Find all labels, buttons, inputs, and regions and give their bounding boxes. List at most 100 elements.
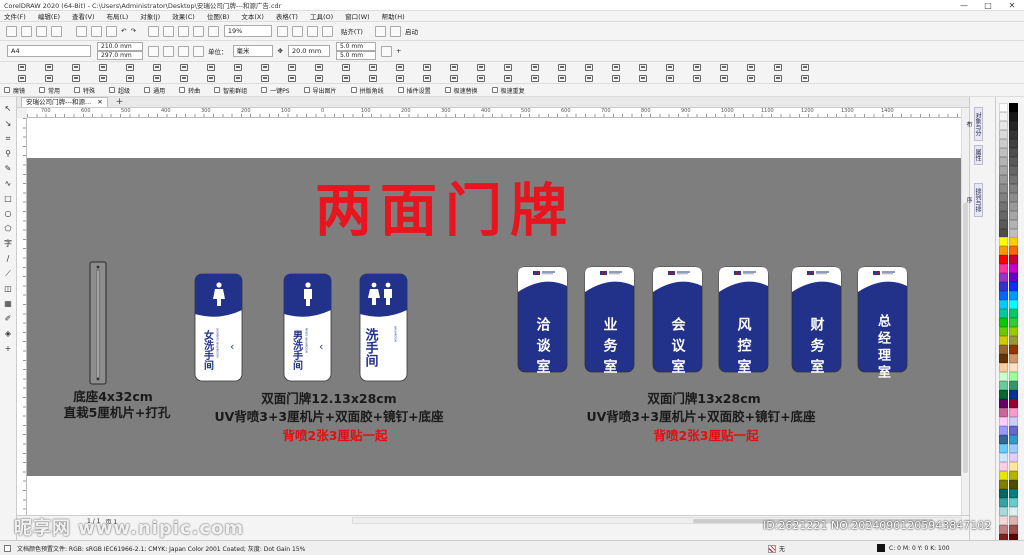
color-swatch[interactable] bbox=[999, 399, 1008, 408]
menu-item[interactable]: 窗口(W) bbox=[345, 11, 370, 21]
plugin-shortcut-icon[interactable] bbox=[450, 74, 458, 82]
document-tab[interactable]: 安瑞公司门牌---和源... ✕ bbox=[21, 97, 108, 107]
plugin-shortcut-icon[interactable] bbox=[477, 64, 485, 71]
plugin-shortcut-icon[interactable] bbox=[774, 74, 782, 82]
color-swatch[interactable] bbox=[999, 103, 1008, 112]
full-screen-icon[interactable] bbox=[276, 25, 288, 37]
menu-item[interactable]: 文本(X) bbox=[241, 11, 264, 21]
text-tool-icon[interactable]: 字 bbox=[3, 239, 13, 249]
color-swatch[interactable] bbox=[1009, 157, 1018, 166]
color-swatch[interactable] bbox=[999, 408, 1008, 417]
plugin-button[interactable]: 特殊 bbox=[74, 86, 95, 95]
color-swatch[interactable] bbox=[999, 202, 1008, 211]
shape-tool-icon[interactable]: ↘ bbox=[3, 119, 13, 129]
pick-tool-icon[interactable]: ↖ bbox=[3, 104, 13, 114]
outline-indicator[interactable]: C: 0 M: 0 Y: 0 K: 100 bbox=[877, 544, 950, 552]
plugin-shortcut-icon[interactable] bbox=[720, 64, 728, 71]
color-swatch[interactable] bbox=[999, 327, 1008, 336]
color-swatch[interactable] bbox=[999, 273, 1008, 282]
color-swatch[interactable] bbox=[1009, 273, 1018, 282]
color-swatch[interactable] bbox=[999, 417, 1008, 426]
color-swatch[interactable] bbox=[1009, 318, 1018, 327]
polygon-tool-icon[interactable]: ⬠ bbox=[3, 224, 13, 234]
docker-tab[interactable]: 对象与分布 bbox=[965, 107, 983, 141]
portrait-icon[interactable] bbox=[148, 45, 159, 57]
undo-icon[interactable]: ↶ bbox=[121, 27, 126, 35]
plugin-shortcut-icon[interactable] bbox=[45, 74, 53, 82]
color-swatch[interactable] bbox=[1009, 426, 1018, 435]
color-swatch[interactable] bbox=[999, 435, 1008, 444]
color-swatch[interactable] bbox=[999, 246, 1008, 255]
plugin-shortcut-icon[interactable] bbox=[234, 74, 242, 82]
plugin-shortcut-icon[interactable] bbox=[288, 64, 296, 71]
paste-icon[interactable] bbox=[106, 25, 117, 37]
import-icon[interactable] bbox=[147, 25, 159, 37]
color-swatch[interactable] bbox=[1009, 184, 1018, 193]
parallel-dimension-icon[interactable]: ∕ bbox=[3, 254, 13, 264]
plugin-shortcut-icon[interactable] bbox=[504, 74, 512, 82]
plugin-shortcut-icon[interactable] bbox=[558, 64, 566, 71]
color-swatch[interactable] bbox=[1009, 193, 1018, 202]
color-swatch[interactable] bbox=[1009, 121, 1018, 130]
color-swatch[interactable] bbox=[1009, 444, 1018, 453]
fill-indicator[interactable]: 无 bbox=[765, 544, 785, 553]
plugin-shortcut-icon[interactable] bbox=[585, 64, 593, 71]
show-rulers-icon[interactable] bbox=[291, 25, 303, 37]
plugin-shortcut-icon[interactable] bbox=[774, 64, 782, 71]
plugin-shortcut-icon[interactable] bbox=[504, 64, 512, 71]
horizontal-ruler[interactable]: 700 600 500 400 300 200 100 0 100 200 300 400 500 600… bbox=[27, 108, 961, 118]
new-tab-icon[interactable]: + bbox=[116, 97, 124, 107]
plugin-shortcut-icon[interactable] bbox=[693, 64, 701, 71]
page-width-field[interactable]: 210.0 mm bbox=[97, 42, 143, 51]
plugin-shortcut-icon[interactable] bbox=[531, 74, 539, 82]
plugin-shortcut-icon[interactable] bbox=[558, 74, 566, 82]
color-swatch[interactable] bbox=[1009, 264, 1018, 273]
plugin-button[interactable]: 拼版角线 bbox=[350, 86, 384, 95]
color-swatch[interactable] bbox=[1009, 489, 1018, 498]
plugin-shortcut-icon[interactable] bbox=[315, 74, 323, 82]
add-icon[interactable]: + bbox=[396, 47, 401, 55]
color-swatch[interactable] bbox=[999, 237, 1008, 246]
show-grid-icon[interactable] bbox=[306, 25, 318, 37]
plugin-shortcut-icon[interactable] bbox=[207, 74, 215, 82]
color-swatch[interactable] bbox=[999, 363, 1008, 372]
color-swatch[interactable] bbox=[1009, 327, 1018, 336]
plugin-shortcut-icon[interactable] bbox=[396, 74, 404, 82]
plugin-shortcut-icon[interactable] bbox=[369, 64, 377, 71]
color-swatch[interactable] bbox=[999, 220, 1008, 229]
current-page-icon[interactable] bbox=[193, 45, 204, 57]
show-guidelines-icon[interactable] bbox=[321, 25, 333, 37]
plugin-shortcut-icon[interactable] bbox=[72, 64, 80, 71]
color-swatch[interactable] bbox=[999, 121, 1008, 130]
page-border-icon[interactable] bbox=[380, 45, 392, 57]
plugin-shortcut-icon[interactable] bbox=[99, 64, 107, 71]
duplicate-x-field[interactable]: 5.0 mm bbox=[335, 42, 376, 51]
color-swatch[interactable] bbox=[999, 139, 1008, 148]
plugin-shortcut-icon[interactable] bbox=[612, 74, 620, 82]
color-swatch[interactable] bbox=[999, 444, 1008, 453]
color-swatch[interactable] bbox=[999, 184, 1008, 193]
plugin-shortcut-icon[interactable] bbox=[342, 74, 350, 82]
color-swatch[interactable] bbox=[1009, 130, 1018, 139]
color-swatch[interactable] bbox=[1009, 148, 1018, 157]
plugin-shortcut-icon[interactable] bbox=[747, 74, 755, 82]
color-swatch[interactable] bbox=[999, 480, 1008, 489]
plugin-shortcut-icon[interactable] bbox=[666, 74, 674, 82]
color-swatch[interactable] bbox=[999, 130, 1008, 139]
units-select[interactable]: 毫米 bbox=[232, 45, 273, 57]
plugin-shortcut-icon[interactable] bbox=[126, 64, 134, 71]
crop-tool-icon[interactable]: ⌗ bbox=[3, 134, 13, 144]
minimize-button[interactable]: — bbox=[952, 0, 976, 10]
plugin-button[interactable]: 导出图片 bbox=[303, 86, 337, 95]
color-profile-text[interactable]: 文档颜色预置文件: RGB: sRGB IEC61966-2.1; CMYK: … bbox=[17, 544, 305, 553]
plugin-shortcut-icon[interactable] bbox=[477, 74, 485, 82]
menu-item[interactable]: 帮助(H) bbox=[382, 11, 405, 21]
color-swatch[interactable] bbox=[1009, 112, 1018, 121]
color-swatch[interactable] bbox=[1009, 255, 1018, 264]
vertical-scrollbar[interactable] bbox=[961, 108, 969, 515]
docker-tab[interactable]: 排列与排序 bbox=[965, 183, 983, 217]
color-swatch[interactable] bbox=[1009, 507, 1018, 516]
export-icon[interactable] bbox=[162, 25, 174, 37]
options-gear-icon[interactable] bbox=[374, 25, 386, 37]
ellipse-tool-icon[interactable]: ○ bbox=[3, 209, 13, 219]
